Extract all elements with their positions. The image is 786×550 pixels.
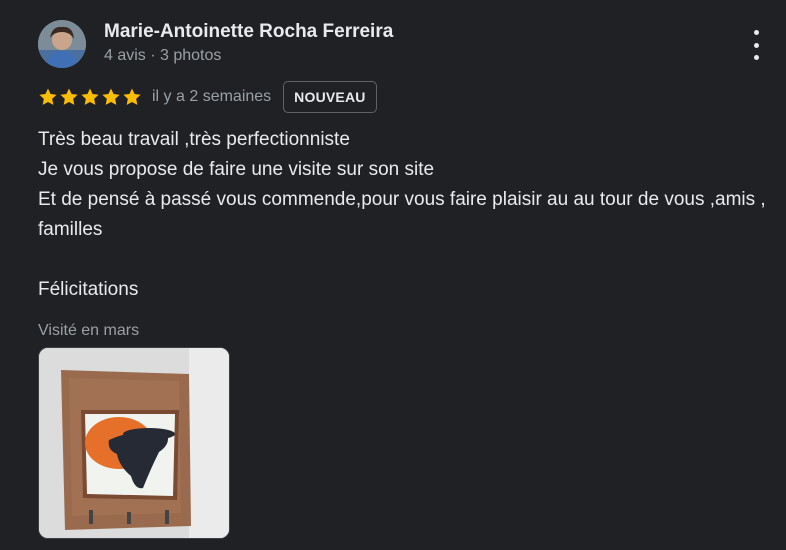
author-name[interactable]: Marie-Antoinette Rocha Ferreira [104,21,393,43]
review-time: il y a 2 semaines [152,88,272,105]
star-rating [38,87,142,107]
review-line: Et de pensé à passé vous commende,pour v… [38,189,766,240]
review-line: Je vous propose de faire une visite sur … [38,159,435,180]
author-meta: 4 avis · 3 photos [104,47,222,64]
more-dot [753,55,759,60]
more-dot [753,42,759,48]
review-line: Félicitations [38,279,139,300]
star-icon [39,88,57,105]
star-icon [60,88,78,105]
review-text: Très beau travail ,très perfectionniste … [38,125,778,305]
rating-row: il y a 2 semaines NOUVEAU [38,81,377,113]
review-line: Très beau travail ,très perfectionniste [38,129,350,150]
review-line-spacer [38,245,778,275]
review-photo[interactable] [38,347,230,539]
more-dot [753,30,759,35]
star-icon [81,88,99,105]
star-icon [123,88,141,105]
avatar-image [38,20,86,68]
photo-image [39,348,229,538]
star-icon [102,88,120,105]
visited-label: Visité en mars [38,322,140,339]
avatar[interactable] [38,20,86,68]
new-badge: NOUVEAU [283,81,377,113]
more-vert-icon[interactable] [744,30,768,60]
